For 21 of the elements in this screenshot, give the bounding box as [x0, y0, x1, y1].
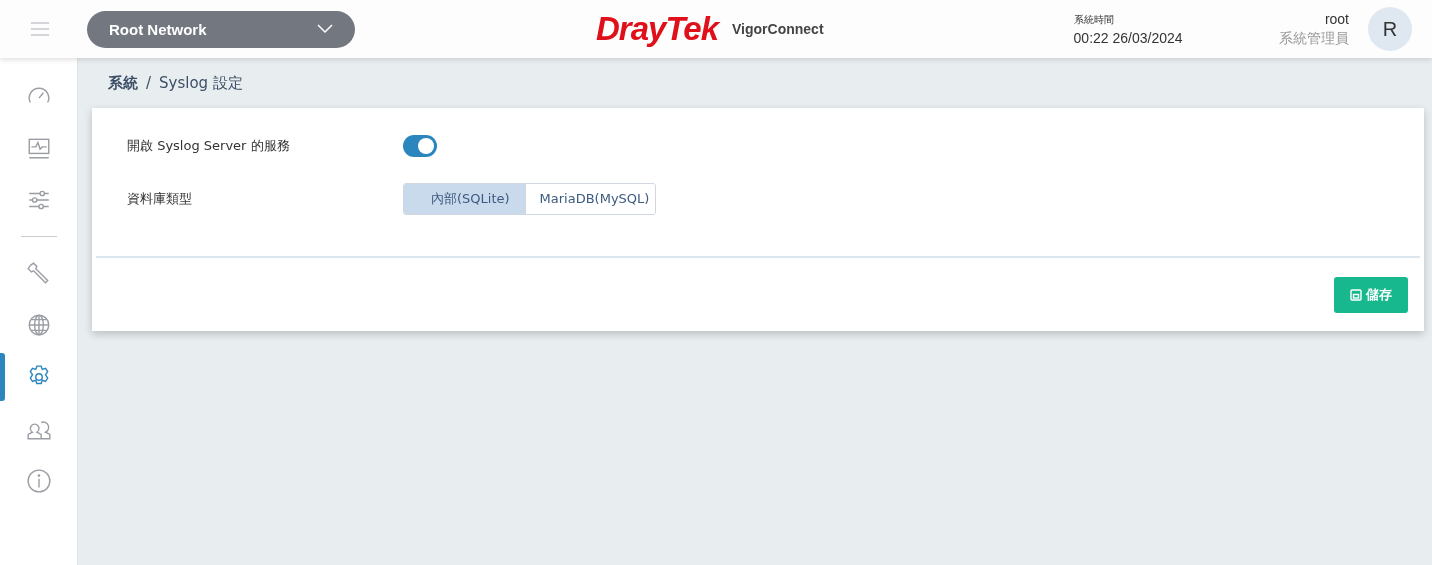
field-label: 開啟 Syslog Server 的服務: [127, 136, 291, 155]
network-dropdown[interactable]: Root Network: [87, 10, 355, 48]
breadcrumb-current: Syslog 設定: [159, 73, 243, 93]
toggle-switch[interactable]: [403, 134, 437, 157]
user-role: 系統管理員: [1279, 29, 1349, 48]
info-icon: [25, 468, 52, 494]
chevron-down-icon: [317, 24, 333, 34]
menu-icon[interactable]: [30, 21, 50, 37]
breadcrumb-link[interactable]: 系統: [108, 73, 138, 93]
wrench-icon: [25, 260, 52, 286]
save-icon: [1350, 288, 1362, 301]
field-label: 資料庫類型: [127, 189, 193, 208]
breadcrumb-separator: /: [146, 74, 152, 92]
user-name: root: [1324, 10, 1349, 27]
user-avatar[interactable]: R: [1368, 7, 1412, 51]
logo: DrayTek: [596, 10, 719, 48]
clock-value: 00:22 26/03/2024: [1073, 29, 1183, 46]
clock-label: 系統時間: [1073, 12, 1115, 27]
segment-option[interactable]: MariaDB(MySQL): [524, 183, 656, 214]
product-name: VigorConnect: [732, 21, 824, 37]
segment-option[interactable]: 內部(SQLite): [404, 183, 525, 214]
